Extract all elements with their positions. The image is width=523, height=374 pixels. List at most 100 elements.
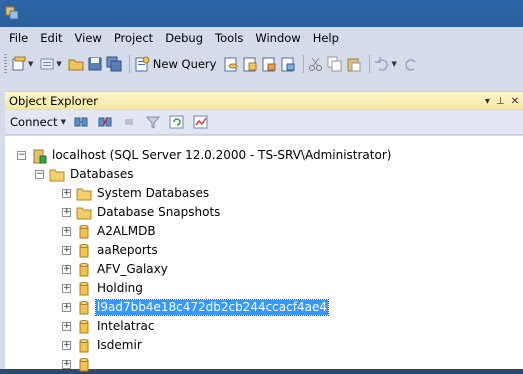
tree-item-label: l9ad7bb4e18c472db2cb244ccacf4ae4 <box>95 299 329 316</box>
chevron-down-icon[interactable]: ▼ <box>28 60 33 68</box>
expand-icon[interactable]: + <box>62 227 71 236</box>
expand-icon[interactable]: + <box>62 303 71 312</box>
menu-tools[interactable]: Tools <box>209 27 249 49</box>
toolbar-grip[interactable] <box>4 54 7 74</box>
object-explorer-title: Object Explorer <box>9 93 98 108</box>
database-icon <box>79 357 89 371</box>
open-folder-icon <box>68 59 84 71</box>
copy-button[interactable] <box>327 53 343 75</box>
folder-icon <box>76 188 92 200</box>
redo-icon <box>405 59 416 71</box>
redo-button[interactable] <box>403 53 419 75</box>
cut-button[interactable] <box>308 53 324 75</box>
tree-item-label: Database Snapshots <box>97 205 221 219</box>
stop-icon[interactable] <box>121 114 137 130</box>
menu-window[interactable]: Window <box>249 27 306 49</box>
new-project-icon <box>12 56 26 71</box>
expand-icon[interactable]: + <box>62 284 71 293</box>
tree-item-label: AFV_Galaxy <box>97 262 168 276</box>
tree-node-database[interactable]: + Holding <box>62 279 144 298</box>
menu-project[interactable]: Project <box>108 27 159 49</box>
tree-node-database-snapshots[interactable]: + Database Snapshots <box>62 203 221 222</box>
tree-node-system-databases[interactable]: + System Databases <box>62 184 210 203</box>
save-button[interactable] <box>87 53 103 75</box>
tree-node-database-selected[interactable]: + l9ad7bb4e18c472db2cb244ccacf4ae4 <box>62 298 329 317</box>
object-explorer-header[interactable]: Object Explorer ▾ ⊥ ✕ <box>5 91 523 109</box>
db-engine-query-button[interactable] <box>223 53 239 75</box>
tree-node-databases[interactable]: − Databases <box>35 165 135 184</box>
connect-button[interactable]: Connect <box>10 115 58 129</box>
database-icon <box>79 281 89 295</box>
tree-node-database[interactable]: + A2ALMDB <box>62 222 157 241</box>
undo-button[interactable]: ▼ <box>374 53 399 75</box>
save-all-button[interactable] <box>106 53 122 75</box>
open-file-button[interactable] <box>68 53 84 75</box>
toolbar-separator <box>369 55 371 73</box>
tree-item-label: System Databases <box>97 186 210 200</box>
analysis-query-icon <box>243 57 257 72</box>
filter-icon[interactable] <box>145 114 161 130</box>
tree-node-database-partial[interactable]: + <box>62 355 96 374</box>
menu-help[interactable]: Help <box>307 27 345 49</box>
chevron-down-icon[interactable]: ▼ <box>56 60 61 68</box>
expand-icon[interactable]: + <box>62 246 71 255</box>
new-query-label: New Query <box>152 57 217 71</box>
expand-icon[interactable]: + <box>62 265 71 274</box>
object-explorer-tree: − localhost (SQL Server 12.0.2000 - TS-S… <box>5 136 523 371</box>
database-icon <box>79 319 89 333</box>
expand-icon[interactable]: + <box>62 189 71 198</box>
add-item-button[interactable]: ▼ <box>39 53 64 75</box>
close-icon[interactable]: ✕ <box>511 96 519 107</box>
toolbar-separator <box>128 55 130 73</box>
menu-file[interactable]: File <box>3 27 34 49</box>
folder-icon <box>76 207 92 219</box>
menu-edit[interactable]: Edit <box>34 27 68 49</box>
database-icon <box>79 262 89 276</box>
collapse-icon[interactable]: − <box>35 170 44 179</box>
mdx-query-icon <box>262 57 276 72</box>
tree-node-server[interactable]: − localhost (SQL Server 12.0.2000 - TS-S… <box>17 146 392 165</box>
tree-node-database[interactable]: + Isdemir <box>62 336 143 355</box>
ssms-app-icon <box>5 6 19 20</box>
ssms-window: File Edit View Project Debug Tools Windo… <box>0 0 523 371</box>
pin-icon[interactable]: ⊥ <box>496 96 505 107</box>
paste-button[interactable] <box>346 53 362 75</box>
cut-icon <box>309 57 323 71</box>
menu-view[interactable]: View <box>69 27 108 49</box>
expand-icon[interactable]: + <box>62 322 71 331</box>
save-all-icon <box>106 56 122 72</box>
collapse-icon[interactable]: − <box>17 151 26 160</box>
save-icon <box>88 57 102 71</box>
activity-monitor-icon[interactable] <box>193 114 209 130</box>
toolbar-separator <box>303 55 305 73</box>
chevron-down-icon[interactable]: ▼ <box>391 60 396 68</box>
new-project-button[interactable]: ▼ <box>11 53 36 75</box>
expand-icon[interactable]: + <box>62 360 71 369</box>
window-position-icon[interactable]: ▾ <box>485 96 490 107</box>
menu-debug[interactable]: Debug <box>159 27 209 49</box>
title-bar[interactable] <box>0 0 523 27</box>
tree-item-label: Holding <box>97 281 143 295</box>
chevron-down-icon[interactable]: ▼ <box>61 118 66 126</box>
expand-icon[interactable]: + <box>62 341 71 350</box>
database-icon <box>79 243 89 257</box>
copy-icon <box>327 56 342 72</box>
tree-node-database[interactable]: + AFV_Galaxy <box>62 260 169 279</box>
mdx-query-button[interactable] <box>261 53 277 75</box>
tree-item-label: Isdemir <box>97 338 142 352</box>
tree-item-label: Intelatrac <box>97 319 155 333</box>
expand-icon[interactable]: + <box>62 208 71 217</box>
connect-icon[interactable] <box>73 114 89 130</box>
tree-item-label: A2ALMDB <box>97 224 156 238</box>
tree-node-database[interactable]: + aaReports <box>62 241 159 260</box>
tree-node-database[interactable]: + Intelatrac <box>62 317 156 336</box>
new-query-button[interactable]: New Query <box>134 53 221 75</box>
disconnect-icon[interactable] <box>97 114 113 130</box>
server-label: localhost (SQL Server 12.0.2000 - TS-SRV… <box>52 148 392 162</box>
refresh-icon[interactable] <box>169 114 185 130</box>
xmla-query-icon <box>281 57 295 72</box>
new-query-icon <box>135 56 150 72</box>
server-icon <box>33 149 47 163</box>
xmla-query-button[interactable] <box>280 53 296 75</box>
analysis-query-button[interactable] <box>242 53 258 75</box>
